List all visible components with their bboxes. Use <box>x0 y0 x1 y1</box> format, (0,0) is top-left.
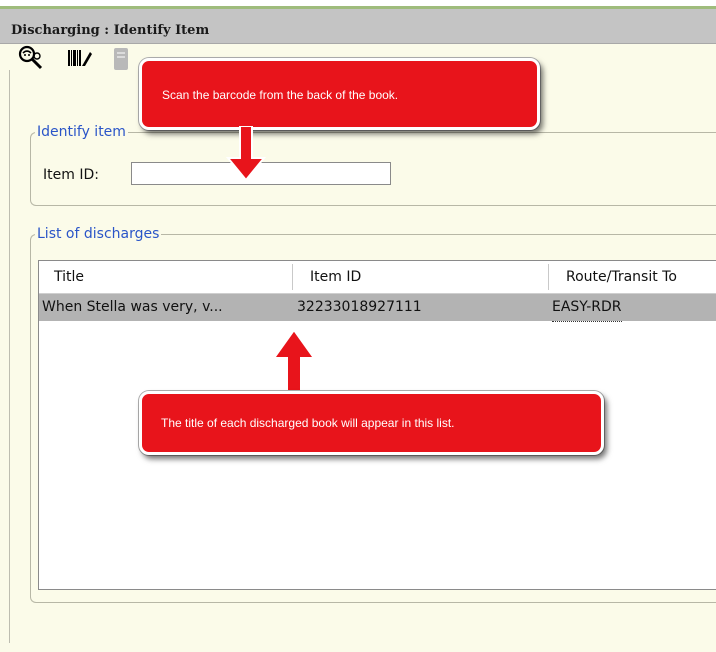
column-separator[interactable] <box>292 264 293 290</box>
left-divider <box>9 70 10 643</box>
row-title-cell: When Stella was very, v... <box>42 299 223 315</box>
down-arrow-icon <box>226 126 266 182</box>
table-row[interactable]: When Stella was very, v... 3223301892711… <box>39 294 716 322</box>
disabled-tool-icon <box>114 48 128 70</box>
window-title: Discharging : Identify Item <box>11 23 210 38</box>
item-id-label: Item ID: <box>43 167 99 183</box>
list-header: Title Item ID Route/Transit To <box>39 261 716 294</box>
identify-item-legend: Identify item <box>37 124 126 140</box>
column-header-title[interactable]: Title <box>54 261 84 293</box>
scan-barcode-callout: Scan the barcode from the back of the bo… <box>139 58 540 130</box>
discharge-list-callout-text: The title of each discharged book will a… <box>161 416 455 430</box>
discharge-list-callout: The title of each discharged book will a… <box>139 391 604 455</box>
user-lookup-icon[interactable] <box>17 44 45 72</box>
window-titlebar: Discharging : Identify Item <box>0 9 716 44</box>
list-of-discharges-legend: List of discharges <box>37 226 160 242</box>
row-route-cell: EASY-RDR <box>552 294 622 322</box>
column-separator[interactable] <box>548 264 549 290</box>
scan-barcode-callout-text: Scan the barcode from the back of the bo… <box>162 88 399 102</box>
up-arrow-icon <box>272 328 316 400</box>
top-accent-strip <box>0 0 716 9</box>
column-header-route[interactable]: Route/Transit To <box>566 261 677 293</box>
barcode-scan-icon[interactable] <box>66 44 94 72</box>
column-header-item-id[interactable]: Item ID <box>310 261 361 293</box>
row-item-id-cell: 32233018927111 <box>297 299 422 315</box>
